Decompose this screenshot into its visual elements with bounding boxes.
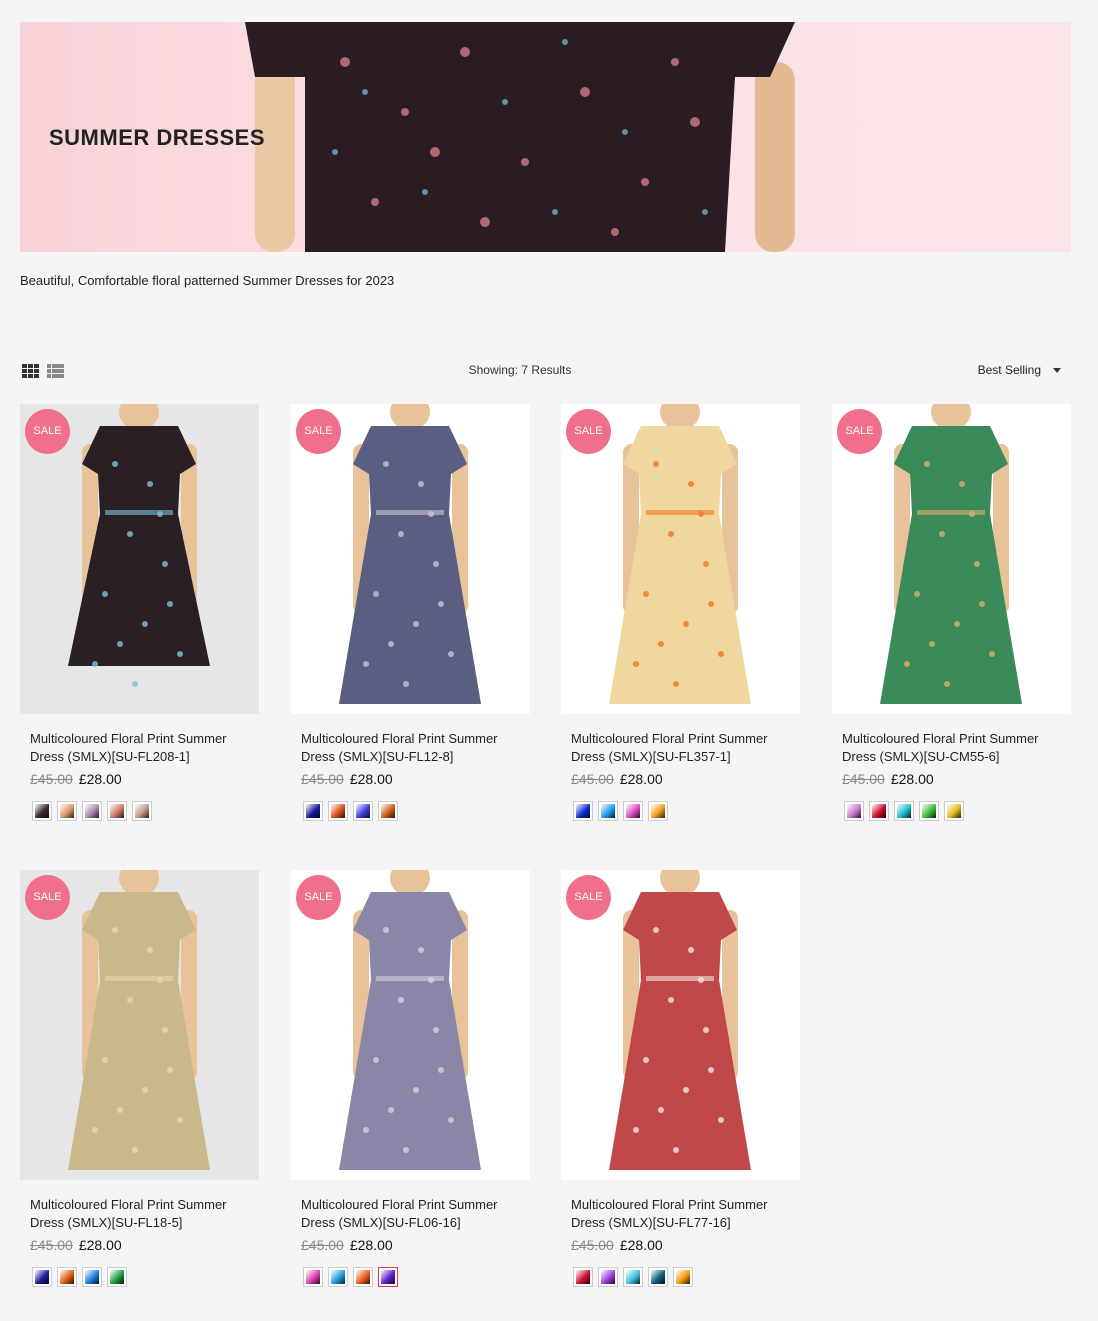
product-name[interactable]: Multicoloured Floral Print Summer Dress … [571,1196,790,1232]
product-card: SALE Multicoloured Floral Print Summer D… [20,870,259,1287]
caret-down-icon [1053,368,1061,374]
color-swatch[interactable] [598,801,618,821]
product-card: SALE Multicoloured Floral Print Summer D… [832,404,1071,821]
sale-badge: SALE [25,875,70,920]
color-swatches [303,1267,530,1287]
original-price: £45.00 [301,1237,344,1253]
category-banner: SUMMER DRESSES [20,22,1071,252]
color-swatch[interactable] [673,1267,693,1287]
product-card: SALE Multicoloured Floral Print Summer D… [561,404,800,821]
product-price: £45.00 £28.00 [301,1237,520,1253]
color-swatch[interactable] [353,801,373,821]
product-price: £45.00 £28.00 [30,771,249,787]
product-card: SALE Multicoloured Floral Print Summer D… [291,404,530,821]
sale-price: £28.00 [890,771,934,787]
color-swatch[interactable] [623,801,643,821]
product-image[interactable]: SALE [561,404,800,714]
color-swatches [32,1267,259,1287]
sort-label: Best Selling [977,363,1041,377]
color-swatch[interactable] [82,1267,102,1287]
product-name[interactable]: Multicoloured Floral Print Summer Dress … [842,730,1061,766]
banner-title: SUMMER DRESSES [49,125,266,150]
product-name[interactable]: Multicoloured Floral Print Summer Dress … [571,730,790,766]
product-price: £45.00 £28.00 [301,771,520,787]
color-swatch[interactable] [894,801,914,821]
color-swatch[interactable] [648,801,668,821]
sale-price: £28.00 [349,1237,393,1253]
color-swatch[interactable] [623,1267,643,1287]
color-swatch[interactable] [107,1267,127,1287]
product-image[interactable]: SALE [20,870,259,1180]
color-swatch[interactable] [328,1267,348,1287]
color-swatch[interactable] [353,1267,373,1287]
product-name[interactable]: Multicoloured Floral Print Summer Dress … [301,730,520,766]
color-swatch[interactable] [378,1267,398,1287]
color-swatch[interactable] [573,801,593,821]
product-card: SALE Multicoloured Floral Print Summer D… [20,404,259,821]
product-name[interactable]: Multicoloured Floral Print Summer Dress … [30,1196,249,1232]
color-swatch[interactable] [57,801,77,821]
color-swatch[interactable] [32,801,52,821]
product-name[interactable]: Multicoloured Floral Print Summer Dress … [301,1196,520,1232]
original-price: £45.00 [571,1237,614,1253]
sale-badge: SALE [837,409,882,454]
color-swatches [32,801,259,821]
product-image[interactable]: SALE [20,404,259,714]
product-image[interactable]: SALE [291,870,530,1180]
banner-dress-image [245,22,795,252]
product-name[interactable]: Multicoloured Floral Print Summer Dress … [30,730,249,766]
product-image[interactable]: SALE [561,870,800,1180]
product-image[interactable]: SALE [291,404,530,714]
color-swatch[interactable] [573,1267,593,1287]
color-swatch[interactable] [328,801,348,821]
color-swatch[interactable] [107,801,127,821]
color-swatch[interactable] [132,801,152,821]
color-swatch[interactable] [303,1267,323,1287]
color-swatches [844,801,1071,821]
sale-badge: SALE [25,409,70,454]
color-swatch[interactable] [378,801,398,821]
color-swatch[interactable] [944,801,964,821]
color-swatch[interactable] [844,801,864,821]
original-price: £45.00 [842,771,885,787]
sale-badge: SALE [296,409,341,454]
original-price: £45.00 [30,771,73,787]
listing-toolbar: Showing: 7 Results Best Selling [20,360,1071,382]
product-price: £45.00 £28.00 [30,1237,249,1253]
sale-badge: SALE [566,409,611,454]
color-swatch[interactable] [303,801,323,821]
original-price: £45.00 [571,771,614,787]
color-swatch[interactable] [57,1267,77,1287]
sale-price: £28.00 [619,1237,663,1253]
color-swatches [573,801,800,821]
product-card: SALE Multicoloured Floral Print Summer D… [291,870,530,1287]
sale-badge: SALE [296,875,341,920]
category-description: Beautiful, Comfortable floral patterned … [20,273,395,288]
original-price: £45.00 [301,771,344,787]
color-swatch[interactable] [32,1267,52,1287]
sale-price: £28.00 [349,771,393,787]
color-swatch[interactable] [919,801,939,821]
color-swatch[interactable] [598,1267,618,1287]
product-price: £45.00 £28.00 [571,771,790,787]
color-swatches [303,801,530,821]
sale-badge: SALE [566,875,611,920]
original-price: £45.00 [30,1237,73,1253]
sale-price: £28.00 [78,771,122,787]
results-count: Showing: 7 Results [468,363,572,377]
sale-price: £28.00 [619,771,663,787]
sale-price: £28.00 [78,1237,122,1253]
product-price: £45.00 £28.00 [571,1237,790,1253]
color-swatches [573,1267,800,1287]
product-price: £45.00 £28.00 [842,771,1061,787]
color-swatch[interactable] [869,801,889,821]
product-image[interactable]: SALE [832,404,1071,714]
color-swatch[interactable] [82,801,102,821]
product-card: SALE Multicoloured Floral Print Summer D… [561,870,800,1287]
sort-select[interactable]: Best Selling [978,363,1061,377]
color-swatch[interactable] [648,1267,668,1287]
